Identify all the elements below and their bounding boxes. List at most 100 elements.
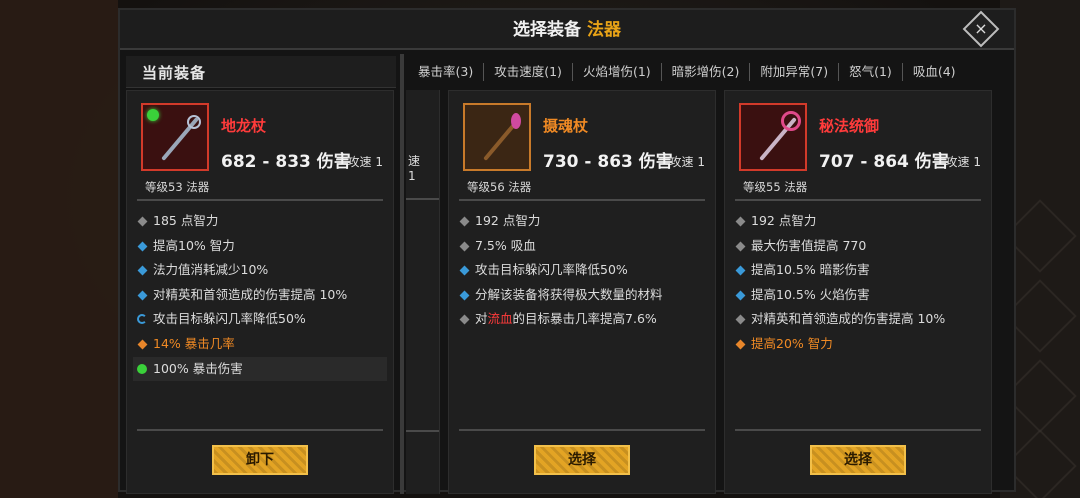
item-damage: 730 - 863 伤害 [543, 152, 673, 172]
stat-line: 100% 暴击伤害 [133, 356, 387, 382]
staff-head-icon [781, 111, 801, 131]
filter-tab-shadow-damage[interactable]: 暗影增伤(2) [662, 63, 751, 81]
socket-gem-icon [147, 109, 159, 121]
divider [735, 199, 981, 201]
item-level: 等级55 法器 [743, 180, 808, 194]
stat-line: 提高10.5% 火焰伤害 [731, 283, 985, 308]
stat-text: 14% 暴击几率 [153, 335, 235, 351]
filter-tab-rage[interactable]: 怒气(1) [839, 63, 903, 81]
stat-line: 对流血的目标暴击几率提高7.6% [455, 307, 709, 332]
divider [406, 430, 439, 432]
item-icon-frame [141, 103, 209, 171]
stat-text: 100% 暴击伤害 [153, 360, 243, 376]
unequip-button[interactable]: 卸下 [212, 445, 308, 475]
stat-text: 法力值消耗减少10% [153, 262, 269, 278]
bullet-icon [459, 241, 470, 252]
bleed-keyword: 流血 [487, 311, 513, 327]
bullet-icon [735, 265, 746, 276]
close-icon: × [974, 19, 988, 38]
bullet-icon [459, 290, 470, 301]
current-equipment-header: 当前装备 [126, 56, 396, 88]
divider [459, 429, 705, 431]
filter-tab-crit-rate[interactable]: 暴击率(3) [412, 63, 485, 81]
stat-line: 192 点智力 [455, 209, 709, 234]
divider [735, 429, 981, 431]
bullet-icon [459, 216, 470, 227]
dialog-title: 选择装备 法器 [120, 10, 1014, 50]
stat-line: 185 点智力 [133, 209, 387, 234]
stat-text: 提高10.5% 火焰伤害 [751, 286, 870, 302]
scene-left-edge [0, 0, 118, 498]
filter-tab-attack-speed[interactable]: 攻击速度(1) [484, 63, 573, 81]
item-name: 地龙杖 [221, 117, 267, 135]
item-name: 摄魂杖 [543, 117, 589, 135]
stat-text: 攻击目标躲闪几率降低50% [475, 262, 628, 278]
stat-line: 提高10.5% 暗影伤害 [731, 258, 985, 283]
item-name: 秘法统御 [819, 117, 880, 135]
bullet-icon [735, 290, 746, 301]
item-attack-speed: 攻速 1 [347, 155, 383, 169]
dialog-titlebar: 选择装备 法器 × [120, 10, 1014, 50]
dialog-title-text: 选择装备 [513, 20, 581, 40]
dialog-title-category: 法器 [587, 20, 621, 40]
filter-tab-lifesteal[interactable]: 吸血(4) [903, 63, 966, 81]
item-level: 等级56 法器 [467, 180, 532, 194]
equipment-select-dialog: 选择装备 法器 × 当前装备 暴击率(3) 攻击速度(1) 火焰增伤(1) 暗影增… [118, 8, 1016, 494]
divider [406, 198, 439, 200]
stat-line: 分解该装备将获得极大数量的材料 [455, 283, 709, 308]
stat-text: 分解该装备将获得极大数量的材料 [475, 286, 663, 302]
bullet-icon [735, 216, 746, 227]
stat-line: 7.5% 吸血 [455, 234, 709, 259]
select-button[interactable]: 选择 [534, 445, 630, 475]
gem-icon [137, 363, 147, 374]
stat-line: 攻击目标躲闪几率降低50% [455, 258, 709, 283]
stat-text: 最大伤害值提高 770 [751, 237, 867, 253]
filter-tab-extra-ailment[interactable]: 附加异常(7) [750, 63, 840, 81]
staff-head-icon [187, 115, 201, 129]
refresh-icon [137, 314, 147, 325]
stat-line: 提高10% 智力 [133, 234, 387, 259]
divider [137, 429, 383, 431]
filter-tab-fire-damage[interactable]: 火焰增伤(1) [573, 63, 662, 81]
stat-text: 提高10% 智力 [153, 237, 235, 253]
bullet-icon [735, 339, 746, 350]
item-icon-frame [463, 103, 531, 171]
stat-text: 192 点智力 [751, 213, 817, 228]
divider [137, 199, 383, 201]
equipped-item-card: 地龙杖 682 - 833 伤害 攻速 1 等级53 法器 185 点智力 提高… [126, 90, 394, 494]
filter-tabs: 暴击率(3) 攻击速度(1) 火焰增伤(1) 暗影增伤(2) 附加异常(7) 怒… [412, 60, 996, 84]
divider [459, 199, 705, 201]
stat-line: 最大伤害值提高 770 [731, 234, 985, 259]
item-attack-speed: 攻速 1 [945, 155, 981, 169]
stat-line: 对精英和首领造成的伤害提高 10% [133, 283, 387, 308]
section-divider [400, 54, 404, 494]
item-damage: 682 - 833 伤害 [221, 152, 351, 172]
item-level: 等级53 法器 [145, 180, 210, 194]
bullet-icon [459, 265, 470, 276]
bullet-icon [735, 314, 746, 325]
partial-item-card[interactable]: 速 1 [406, 90, 440, 494]
candidate-item-card[interactable]: 摄魂杖 730 - 863 伤害 攻速 1 等级56 法器 192 点智力 7.… [448, 90, 716, 494]
stat-line: 192 点智力 [731, 209, 985, 234]
staff-head-icon [511, 113, 521, 129]
stat-text: 7.5% 吸血 [475, 237, 536, 253]
bullet-icon [137, 265, 148, 276]
bullet-icon [137, 216, 148, 227]
stat-line: 攻击目标躲闪几率降低50% [133, 307, 387, 332]
candidate-item-card[interactable]: 秘法统御 707 - 864 伤害 攻速 1 等级55 法器 192 点智力 最… [724, 90, 992, 494]
bullet-icon [137, 339, 148, 350]
bullet-icon [137, 241, 148, 252]
current-equipment-label: 当前装备 [142, 64, 207, 82]
item-damage: 707 - 864 伤害 [819, 152, 949, 172]
stat-text: 对 [475, 311, 488, 327]
item-icon-frame [739, 103, 807, 171]
bullet-icon [459, 314, 470, 325]
item-stats-list: 192 点智力 最大伤害值提高 770 提高10.5% 暗影伤害 提高10.5%… [731, 209, 985, 357]
item-stats-list: 192 点智力 7.5% 吸血 攻击目标躲闪几率降低50% 分解该装备将获得极大… [455, 209, 709, 332]
stat-text: 提高20% 智力 [751, 335, 833, 351]
bullet-icon [735, 241, 746, 252]
stat-line: 提高20% 智力 [731, 332, 985, 357]
stat-line: 14% 暴击几率 [133, 332, 387, 357]
select-button[interactable]: 选择 [810, 445, 906, 475]
stat-line: 法力值消耗减少10% [133, 258, 387, 283]
